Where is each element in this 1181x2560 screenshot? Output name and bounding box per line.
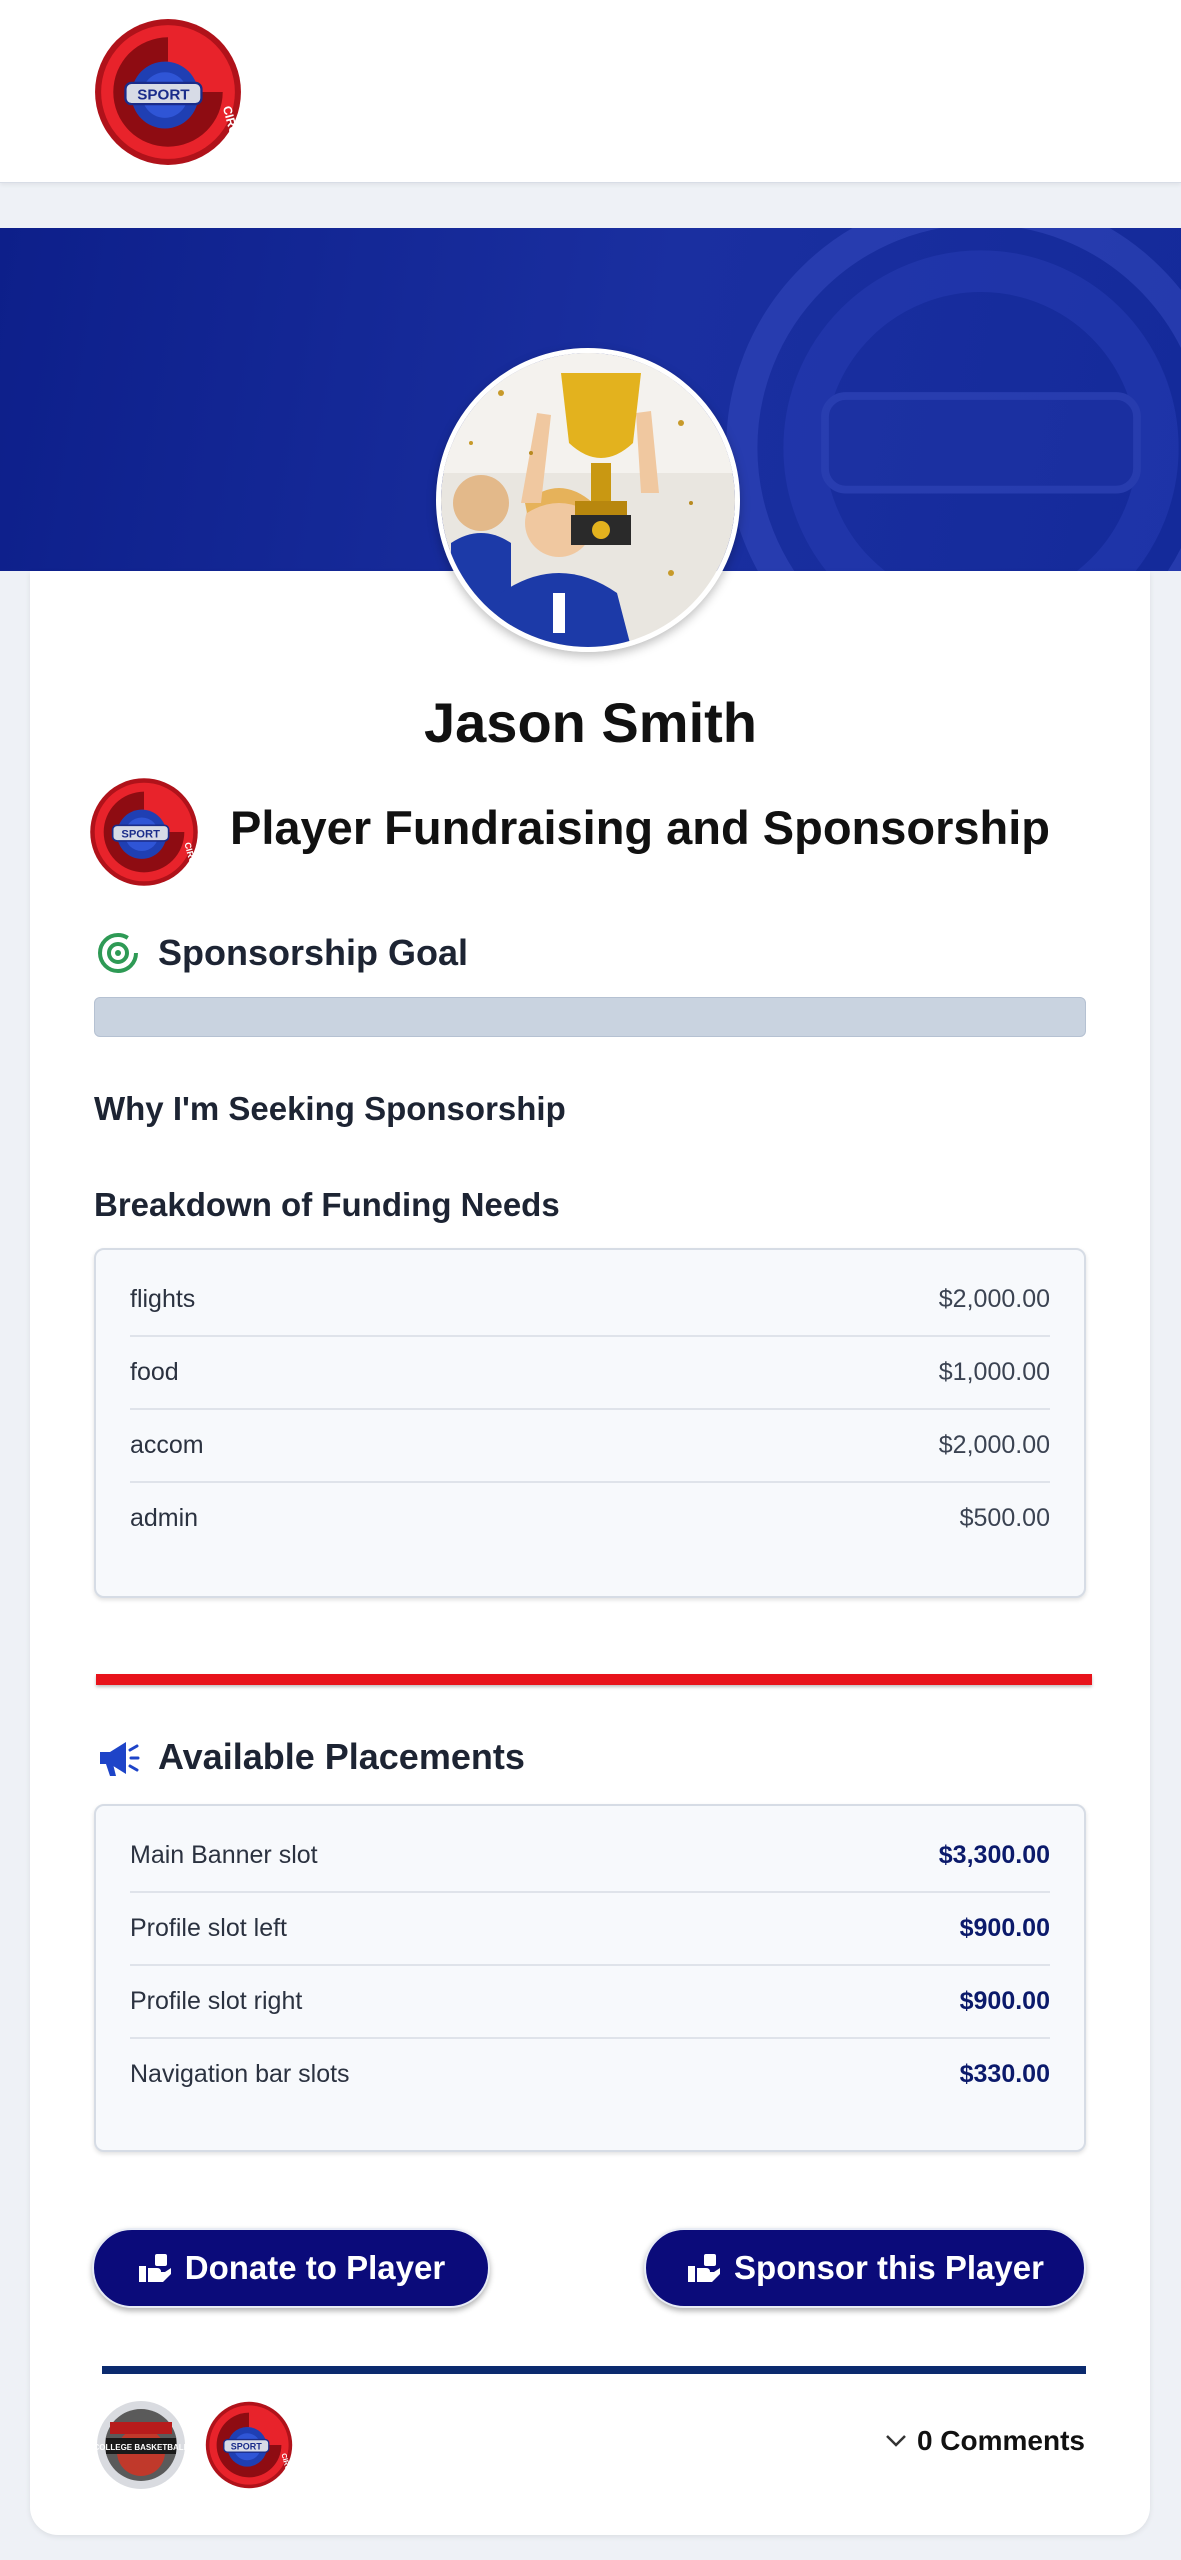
breakdown-heading: Breakdown of Funding Needs — [94, 1186, 560, 1223]
row-label: Main Banner slot — [130, 1841, 318, 1869]
row-amount: $3,300.00 — [938, 1841, 1050, 1869]
page-title: Player Fundraising and Sponsorship — [230, 801, 1051, 854]
row-label: Profile slot left — [130, 1914, 288, 1942]
available-placements-heading: Available Placements — [158, 1736, 525, 1777]
donate-button-label: Donate to Player — [184, 2249, 446, 2286]
row-amount: $900.00 — [959, 1987, 1050, 2015]
college-basketball-badge[interactable]: COLLEGE BASKETBALL — [96, 2400, 186, 2490]
donate-button[interactable]: Donate to Player — [92, 2228, 490, 2308]
row-amount: $330.00 — [959, 2060, 1050, 2088]
table-row: flights $2,000.00 — [130, 1264, 1050, 1337]
row-amount: $900.00 — [959, 1914, 1050, 1942]
row-amount: $2,000.00 — [938, 1285, 1050, 1313]
sponsor-button-label: Sponsor this Player — [734, 2249, 1044, 2286]
row-amount: $500.00 — [959, 1504, 1050, 1532]
funding-breakdown-table: flights $2,000.00 food $1,000.00 accom $… — [94, 1248, 1086, 1598]
player-name: Jason Smith — [424, 691, 757, 754]
table-row: accom $2,000.00 — [130, 1410, 1050, 1483]
hand-donate-icon — [138, 2254, 171, 2282]
sponsorship-progress-bar — [94, 997, 1086, 1037]
row-label: admin — [130, 1504, 199, 1532]
badge-text: COLLEGE BASKETBALL — [96, 2443, 186, 2452]
table-row[interactable]: Main Banner slot $3,300.00 — [130, 1820, 1050, 1893]
row-label: Profile slot right — [130, 1987, 303, 2015]
section-divider — [96, 1674, 1092, 1685]
table-row[interactable]: Navigation bar slots $330.00 — [130, 2039, 1050, 2110]
comments-label: 0 Comments — [916, 2425, 1085, 2456]
megaphone-icon — [100, 1742, 140, 1776]
row-label: food — [130, 1358, 179, 1386]
top-header — [0, 0, 1181, 183]
sport-circle-logo[interactable] — [204, 2400, 294, 2490]
sport-circle-logo[interactable] — [92, 16, 244, 168]
sponsorship-goal-heading: Sponsorship Goal — [158, 932, 469, 973]
sport-circle-logo — [88, 776, 200, 888]
row-amount: $1,000.00 — [938, 1358, 1050, 1386]
table-row[interactable]: Profile slot left $900.00 — [130, 1893, 1050, 1966]
why-seeking-heading: Why I'm Seeking Sponsorship — [94, 1090, 566, 1127]
footer-divider — [102, 2366, 1086, 2374]
hand-donate-icon — [688, 2254, 721, 2282]
row-amount: $2,000.00 — [938, 1431, 1050, 1459]
row-label: flights — [130, 1285, 196, 1313]
sponsor-button[interactable]: Sponsor this Player — [644, 2228, 1086, 2308]
comments-toggle[interactable]: 0 Comments — [885, 2425, 1085, 2457]
row-label: Navigation bar slots — [130, 2060, 350, 2088]
banner-watermark-logo — [726, 228, 1181, 571]
chevron-down-icon — [886, 2435, 906, 2447]
row-label: accom — [130, 1431, 204, 1459]
player-with-trophy-photo — [441, 353, 735, 647]
player-avatar — [436, 348, 740, 652]
table-row: food $1,000.00 — [130, 1337, 1050, 1410]
placements-table: Main Banner slot $3,300.00 Profile slot … — [94, 1804, 1086, 2152]
target-icon — [98, 933, 138, 973]
table-row[interactable]: Profile slot right $900.00 — [130, 1966, 1050, 2039]
table-row: admin $500.00 — [130, 1483, 1050, 1554]
